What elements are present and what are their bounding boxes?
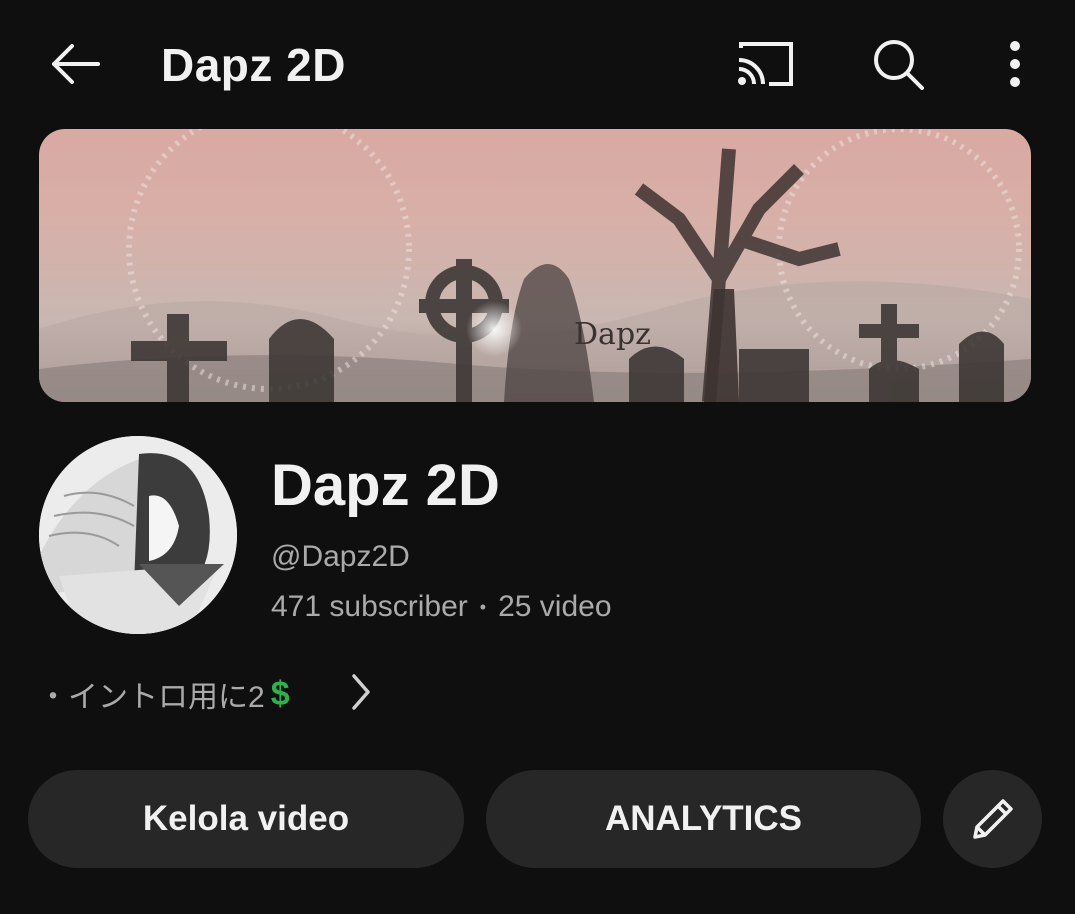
- banner-artwork: Dapz: [39, 129, 1031, 402]
- banner-watermark: Dapz: [574, 317, 651, 352]
- search-icon: [874, 40, 924, 90]
- back-arrow-icon: [52, 44, 100, 84]
- pencil-icon: [972, 799, 1013, 839]
- channel-name: Dapz 2D: [271, 453, 500, 518]
- chevron-right-icon: [352, 674, 370, 710]
- description-text: ・イントロ用に2: [38, 681, 265, 714]
- subscriber-count: 471 subscriber: [271, 590, 468, 623]
- manage-videos-button[interactable]: Kelola video: [28, 770, 464, 868]
- top-app-bar: Dapz 2D: [0, 0, 1075, 128]
- cast-button[interactable]: [733, 36, 797, 92]
- back-button[interactable]: [44, 36, 104, 92]
- edit-channel-button[interactable]: [943, 770, 1042, 868]
- more-vertical-icon: [1010, 41, 1020, 87]
- search-button[interactable]: [868, 34, 928, 94]
- cast-icon: [738, 42, 793, 86]
- stats-separator: •: [479, 596, 487, 617]
- more-options-button[interactable]: [993, 34, 1037, 94]
- description-expand-button[interactable]: [346, 670, 376, 714]
- channel-stats: 471 subscriber • 25 video: [271, 590, 612, 624]
- video-count: 25 video: [498, 590, 612, 623]
- channel-banner: Dapz: [39, 129, 1031, 402]
- dollar-icon: $: [270, 674, 290, 713]
- avatar[interactable]: [39, 436, 237, 634]
- page-title: Dapz 2D: [161, 39, 346, 91]
- channel-description[interactable]: ・イントロ用に2 $: [38, 672, 290, 716]
- channel-handle: @Dapz2D: [271, 540, 410, 573]
- analytics-button[interactable]: ANALYTICS: [486, 770, 921, 868]
- avatar-artwork: [39, 436, 237, 634]
